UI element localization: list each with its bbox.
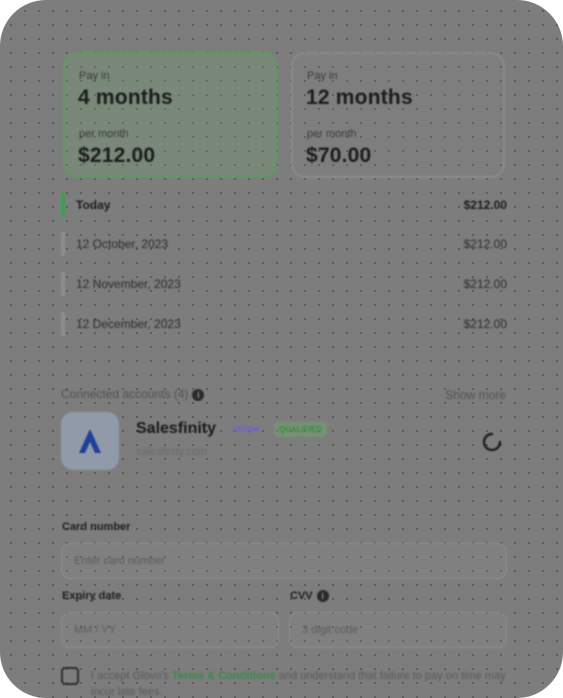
status-badge: QUALIFIED: [274, 422, 328, 437]
card-number-input[interactable]: [61, 543, 507, 579]
schedule-date: 12 December, 2023: [76, 317, 181, 331]
plan-pay-label: Pay in: [79, 70, 110, 82]
schedule-row: 12 December, 2023 $212.00: [61, 310, 507, 338]
schedule-row: 12 November, 2023 $212.00: [61, 270, 507, 298]
salesfinity-logo: [61, 412, 119, 470]
plan-price: $212.00: [78, 144, 156, 167]
schedule-date: 12 October, 2023: [76, 237, 169, 251]
terms-checkbox[interactable]: [61, 667, 79, 685]
salesfinity-logo-mark: [79, 429, 101, 453]
expiry-date-label: Expiry date: [62, 590, 122, 602]
plan-per-label: per month: [79, 128, 129, 140]
schedule-amount: $212.00: [463, 277, 507, 291]
plan-card-4-months[interactable]: Pay in 4 months per month $212.00: [63, 52, 277, 178]
info-icon[interactable]: i: [192, 388, 205, 401]
expiry-date-input[interactable]: [61, 612, 279, 648]
schedule-indicator: [61, 193, 65, 217]
show-more-link[interactable]: Show more: [445, 388, 506, 402]
terms-link[interactable]: Terms & Conditions: [172, 670, 276, 682]
cvv-label-text: CVV: [290, 590, 313, 602]
card-number-label: Card number: [62, 521, 131, 533]
schedule-amount: $212.00: [463, 237, 507, 251]
schedule-amount: $212.00: [463, 317, 507, 331]
account-domain: salesfinity.com: [136, 446, 208, 458]
cvv-info-icon[interactable]: i: [316, 590, 329, 603]
cvv-input[interactable]: [289, 612, 507, 648]
terms-prefix: I accept Glovo's: [91, 670, 169, 682]
accounts-title: Connected accounts (4): [61, 387, 189, 401]
schedule-indicator: [61, 272, 65, 296]
plan-per-label: per month: [307, 128, 357, 140]
terms-text: I accept Glovo's Terms & Conditions and …: [91, 668, 506, 698]
checkout-content: Pay in 4 months per month $212.00 Pay in…: [0, 0, 563, 698]
schedule-row: 12 October, 2023 $212.00: [61, 230, 507, 258]
plan-card-12-months[interactable]: Pay in 12 months per month $70.00: [291, 52, 505, 178]
cvv-label: CVV i: [290, 590, 329, 603]
schedule-amount: $212.00: [463, 198, 507, 212]
schedule-date: Today: [76, 198, 111, 212]
schedule-indicator: [61, 232, 65, 256]
accounts-heading: Connected accounts (4) i: [61, 387, 205, 401]
schedule-row-today: Today $212.00: [61, 191, 507, 219]
plan-price: $70.00: [306, 144, 372, 167]
screen-frame: Pay in 4 months per month $212.00 Pay in…: [0, 0, 563, 698]
plan-duration: 12 months: [306, 86, 413, 109]
schedule-indicator: [61, 312, 65, 336]
plan-duration: 4 months: [78, 86, 173, 109]
loading-spinner-icon: [482, 432, 502, 452]
account-name: Salesfinity: [136, 420, 217, 437]
stripe-badge: stripe: [232, 424, 260, 435]
schedule-date: 12 November, 2023: [76, 277, 181, 291]
plan-pay-label: Pay in: [307, 70, 338, 82]
